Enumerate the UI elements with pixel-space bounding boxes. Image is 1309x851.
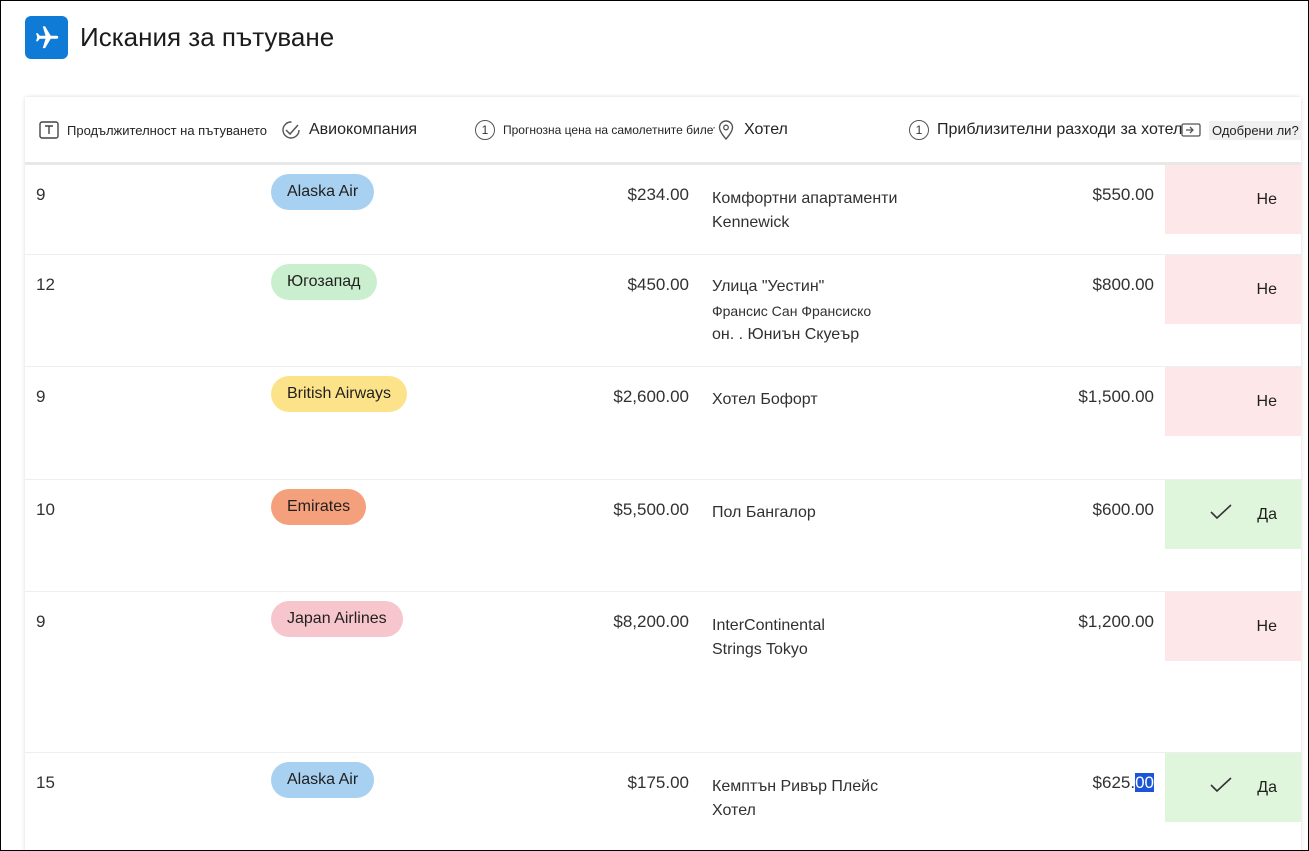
hotel-cost-cell: $1,500.00	[1078, 387, 1154, 406]
table-row[interactable]: 10 Emirates $5,500.00 Пол Бангалор $600.…	[25, 480, 1301, 592]
airline-pill[interactable]: Japan Airlines	[271, 601, 403, 637]
table-row[interactable]: 12 Югозапад Улица "Уестин" Франсис Сан Ф…	[25, 255, 1301, 367]
hotel-cell: Хотел Бофорт	[712, 388, 932, 412]
hotel-line: Франсис Сан Франсиско	[712, 303, 872, 319]
duration-cell: 9	[36, 612, 46, 631]
hotel-cost-cell: $800.00	[1092, 275, 1154, 294]
text-field-icon	[39, 120, 59, 140]
page-title: Искания за пътуване	[80, 21, 335, 52]
table-row[interactable]: 9 British Airways $2,600.00 Хотел Бофорт…	[25, 367, 1301, 480]
column-header-label: Одобрени ли?	[1209, 120, 1301, 140]
hotel-line: Kennewick	[712, 214, 790, 231]
airline-pill[interactable]: British Airways	[271, 376, 408, 412]
ticket-price-cell: $2,600.00	[613, 387, 689, 406]
approved-value: Не	[1256, 280, 1277, 298]
ticket-price-cell: $175.00	[627, 773, 689, 792]
selected-text: 00	[1135, 773, 1154, 792]
hotel-cell: Комфортни апартаменти Kennewick	[712, 187, 932, 235]
hotel-cost-cell: $600.00	[1092, 500, 1154, 519]
hotel-line: Strings Tokyo	[712, 641, 808, 658]
checkmark-icon	[1209, 504, 1233, 525]
duration-cell: 9	[36, 387, 46, 406]
column-header-duration[interactable]: Продължителност на пътуването	[39, 97, 287, 163]
approved-value: Не	[1256, 617, 1277, 635]
hotel-cell: Пол Бангалор	[712, 501, 932, 525]
approved-value: Не	[1256, 392, 1277, 410]
duration-cell: 12	[36, 275, 55, 294]
hotel-cost-cell: $1,200.00	[1078, 612, 1154, 631]
duration-cell: 15	[36, 773, 55, 792]
ticket-price-cell: $5,500.00	[613, 500, 689, 519]
duration-cell: 10	[36, 500, 55, 519]
table-row[interactable]: 15 Alaska Air $175.00 Кемптън Ривър Плей…	[25, 753, 1301, 850]
hotel-cell: Улица "Уестин" Франсис Сан Франсиско он.…	[712, 275, 932, 347]
approved-cell[interactable]: Да	[1165, 753, 1301, 822]
table-row[interactable]: 9 Japan Airlines $8,200.00 InterContinen…	[25, 592, 1301, 753]
column-header-label: Приблизителни разходи за хотел	[937, 121, 1183, 138]
airline-pill[interactable]: Югозапад	[271, 264, 377, 300]
location-pin-icon	[716, 120, 736, 140]
column-header-label: Авиокомпания	[309, 121, 418, 138]
grid-header: Продължителност на пътуването Авиокомпан…	[25, 97, 1301, 165]
hotel-cost-cell[interactable]: $625.00	[1093, 773, 1154, 793]
approved-cell[interactable]: Не	[1165, 367, 1301, 436]
approved-value: Не	[1256, 190, 1277, 208]
airline-pill[interactable]: Alaska Air	[271, 174, 375, 210]
hotel-line: InterContinental	[712, 617, 825, 634]
ticket-price-cell: $8,200.00	[613, 612, 689, 631]
hotel-line: он. . Юниън Скуеър	[712, 326, 860, 343]
approved-cell[interactable]: Да	[1165, 480, 1301, 549]
hotel-cost-text: $625.	[1092, 773, 1136, 792]
airline-pill[interactable]: Emirates	[271, 489, 367, 525]
hotel-cell: InterContinental Strings Tokyo	[712, 614, 932, 662]
approved-cell[interactable]: Не	[1165, 255, 1301, 324]
hotel-line: Комфортни апартаменти	[712, 190, 898, 207]
app-window: Искания за пътуване Продължителност на п…	[0, 0, 1309, 851]
table-row[interactable]: 9 Alaska Air $234.00 Комфортни апартамен…	[25, 165, 1301, 255]
approved-cell[interactable]: Не	[1165, 165, 1301, 234]
hotel-line: Хотел Бофорт	[712, 391, 818, 408]
ticket-price-cell: $450.00	[627, 275, 689, 294]
column-header-label: Продължителност на пътуването	[67, 122, 267, 138]
hotel-line: Кемптън Ривър Плейс	[712, 778, 879, 795]
duration-cell: 9	[36, 185, 46, 204]
ticket-price-cell: $234.00	[627, 185, 689, 204]
yes-no-icon	[1181, 120, 1201, 140]
hotel-line: Хотел	[712, 802, 756, 819]
checkmark-icon	[1209, 777, 1233, 798]
approved-cell[interactable]: Не	[1165, 592, 1301, 661]
column-header-label: Прогнозна цена на самолетните билети	[503, 123, 715, 137]
data-grid: Продължителност на пътуването Авиокомпан…	[25, 97, 1301, 850]
column-header-hotel[interactable]: Хотел	[716, 97, 896, 163]
hotel-line: Пол Бангалор	[712, 504, 816, 521]
column-header-hotel-cost[interactable]: 1 Приблизителни разходи за хотел	[909, 97, 1191, 163]
column-header-ticket-price[interactable]: 1 Прогнозна цена на самолетните билети	[475, 97, 715, 163]
column-header-label: Хотел	[744, 121, 788, 138]
hotel-cost-cell: $550.00	[1092, 185, 1154, 204]
approved-value: Да	[1257, 778, 1277, 796]
number-icon: 1	[909, 120, 929, 140]
number-icon: 1	[475, 120, 495, 140]
approved-value: Да	[1257, 505, 1277, 523]
choice-check-icon	[281, 120, 301, 140]
column-header-airline[interactable]: Авиокомпания	[281, 97, 471, 163]
hotel-cell: Кемптън Ривър Плейс Хотел	[712, 775, 932, 823]
app-header: Искания за пътуване	[25, 15, 334, 59]
hotel-line: Улица "Уестин"	[712, 278, 825, 295]
airplane-icon	[25, 15, 68, 59]
airline-pill[interactable]: Alaska Air	[271, 762, 375, 798]
column-header-approved[interactable]: Одобрени ли?	[1181, 97, 1301, 163]
